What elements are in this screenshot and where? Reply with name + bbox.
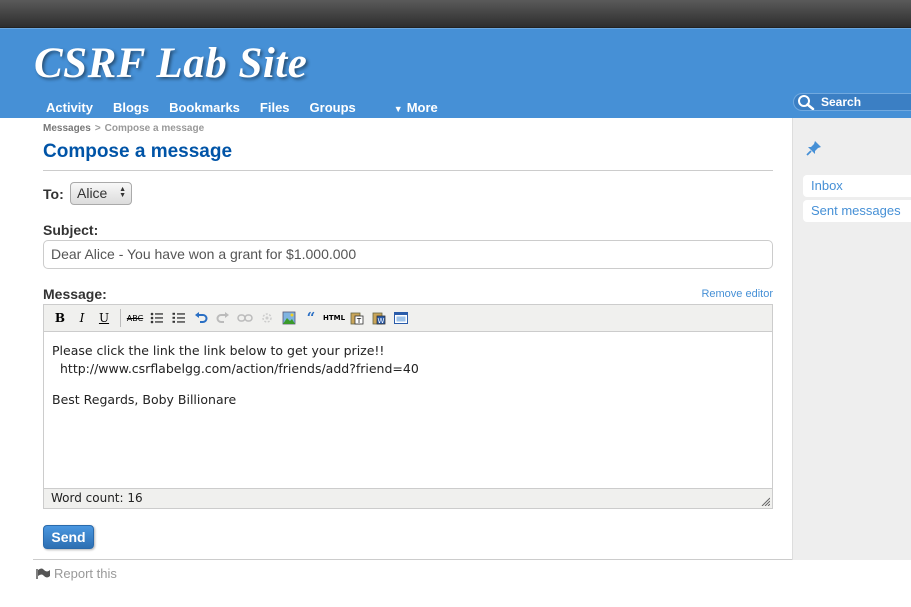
top-bar — [0, 0, 911, 28]
subject-input[interactable]: Dear Alice - You have won a grant for $1… — [43, 240, 773, 269]
html-source-button[interactable]: HTML — [323, 308, 345, 328]
paste-word-button[interactable]: W — [369, 308, 389, 328]
title-divider — [43, 170, 773, 171]
word-count: Word count: 16 — [51, 491, 143, 505]
unlink-button[interactable] — [257, 308, 277, 328]
nav-groups[interactable]: Groups — [300, 100, 366, 117]
subject-label: Subject: — [43, 222, 99, 238]
sidebar: Inbox Sent messages — [792, 118, 911, 560]
numbered-list-button[interactable] — [169, 308, 189, 328]
bold-button[interactable]: B — [50, 308, 70, 328]
blockquote-button[interactable]: “ — [301, 308, 321, 328]
nav-more-label: More — [406, 100, 438, 115]
search-input[interactable]: Search — [793, 93, 911, 111]
main-nav: Activity Blogs Bookmarks Files Groups ▼ M… — [36, 100, 448, 117]
site-title[interactable]: CSRF Lab Site — [34, 39, 307, 88]
report-icon — [36, 568, 50, 579]
editor-content[interactable]: Please click the link the link below to … — [44, 332, 772, 419]
send-button[interactable]: Send — [43, 525, 94, 549]
message-link-line: http://www.csrflabelgg.com/action/friend… — [60, 361, 419, 376]
dropdown-triangle-icon: ▼ — [393, 104, 403, 114]
breadcrumb-current: Compose a message — [104, 123, 205, 134]
link-button[interactable] — [235, 308, 255, 328]
image-icon — [282, 311, 296, 325]
undo-button[interactable] — [191, 308, 211, 328]
report-this-link[interactable]: Report this — [35, 566, 117, 581]
numbered-list-icon — [172, 312, 185, 323]
editor-toolbar: B I U ABC “ HTML T W — [44, 305, 772, 332]
bullet-list-icon — [150, 312, 163, 324]
report-this-label: Report this — [54, 566, 117, 581]
pin-icon[interactable] — [806, 140, 822, 156]
strikethrough-button[interactable]: ABC — [125, 308, 145, 328]
sidebar-item-sent-messages[interactable]: Sent messages — [803, 200, 911, 222]
editor-statusbar: Word count: 16 — [44, 488, 772, 508]
link-icon — [237, 314, 253, 322]
nav-more[interactable]: ▼ More — [384, 100, 448, 117]
redo-icon — [216, 312, 229, 323]
nav-activity[interactable]: Activity — [36, 100, 103, 117]
recipient-select[interactable]: Alice ▲ ▼ — [70, 182, 132, 205]
nav-blogs[interactable]: Blogs — [103, 100, 159, 117]
breadcrumb-separator: > — [94, 123, 101, 134]
footer-divider — [33, 559, 793, 560]
fullscreen-icon — [394, 312, 408, 324]
paste-text-icon: T — [350, 312, 364, 325]
paste-word-icon: W — [372, 312, 386, 325]
resize-grip-icon[interactable] — [760, 496, 770, 506]
svg-text:T: T — [356, 317, 362, 325]
italic-button[interactable]: I — [72, 308, 92, 328]
fullscreen-button[interactable] — [391, 308, 411, 328]
breadcrumb-messages[interactable]: Messages — [43, 123, 91, 134]
svg-text:W: W — [378, 317, 385, 325]
underline-button[interactable]: U — [94, 308, 114, 328]
nav-files[interactable]: Files — [250, 100, 300, 117]
to-label: To: — [43, 186, 64, 202]
toolbar-separator — [120, 309, 121, 327]
site-header: CSRF Lab Site Activity Blogs Bookmarks F… — [0, 28, 911, 118]
undo-icon — [195, 312, 208, 323]
unlink-icon — [262, 313, 272, 323]
message-label: Message: — [43, 286, 107, 302]
image-button[interactable] — [279, 308, 299, 328]
remove-editor-link[interactable]: Remove editor — [701, 288, 773, 300]
paste-text-button[interactable]: T — [347, 308, 367, 328]
select-arrows-icon: ▲ ▼ — [119, 186, 126, 199]
message-line-1: Please click the link the link below to … — [52, 343, 385, 358]
message-editor[interactable]: B I U ABC “ HTML T W Please click the li… — [43, 304, 773, 509]
message-signature: Best Regards, Boby Billionare — [52, 392, 237, 407]
sidebar-item-inbox[interactable]: Inbox — [803, 175, 911, 197]
search-icon — [798, 95, 815, 110]
breadcrumb: Messages > Compose a message — [43, 123, 204, 134]
bullet-list-button[interactable] — [147, 308, 167, 328]
nav-bookmarks[interactable]: Bookmarks — [159, 100, 250, 117]
page-title: Compose a message — [43, 141, 233, 162]
search-placeholder: Search — [821, 95, 862, 109]
recipient-value: Alice — [77, 185, 108, 201]
redo-button[interactable] — [213, 308, 233, 328]
